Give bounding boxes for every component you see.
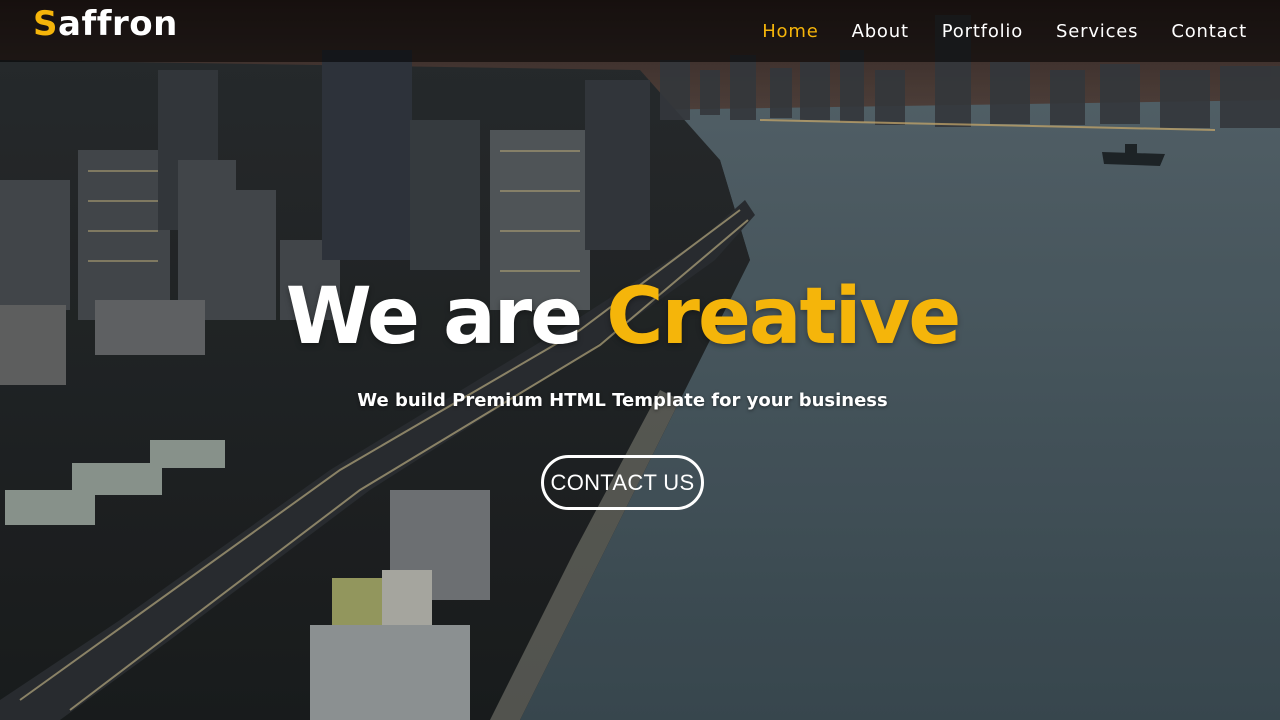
- brand-initial: S: [33, 4, 58, 44]
- contact-us-button[interactable]: CONTACT US: [541, 455, 704, 510]
- nav-link-portfolio[interactable]: Portfolio: [942, 21, 1023, 42]
- headline-accent: Creative: [606, 272, 961, 362]
- nav-link-about[interactable]: About: [852, 21, 909, 42]
- headline-plain: We are: [285, 272, 607, 362]
- main-nav: Home About Portfolio Services Contact: [762, 0, 1247, 62]
- nav-link-home[interactable]: Home: [762, 21, 818, 42]
- hero-subheadline: We build Premium HTML Template for your …: [357, 390, 888, 411]
- brand-name-rest: affron: [58, 4, 178, 44]
- hero-headline: We are Creative: [0, 272, 1245, 362]
- nav-link-contact[interactable]: Contact: [1171, 21, 1247, 42]
- brand-logo[interactable]: Saffron: [33, 4, 178, 44]
- nav-link-services[interactable]: Services: [1056, 21, 1138, 42]
- top-navbar: Saffron Home About Portfolio Services Co…: [0, 0, 1280, 62]
